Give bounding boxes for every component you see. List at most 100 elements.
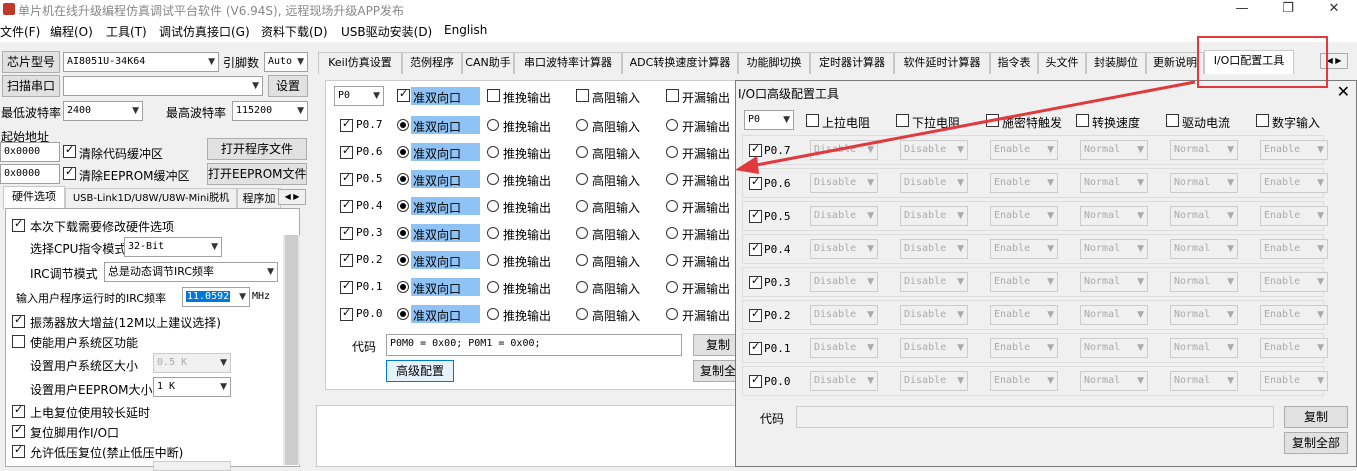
io-pin-checkbox[interactable]: [340, 306, 353, 321]
dialog-close-icon[interactable]: ✕: [1337, 82, 1350, 101]
tab-header-files[interactable]: 头文件: [1038, 52, 1086, 74]
dialog-cell-select[interactable]: Disable ▼: [900, 272, 968, 292]
dialog-cell-select[interactable]: Normal ▼: [1080, 239, 1148, 259]
dialog-pin-checkbox[interactable]: [749, 241, 762, 256]
tab-baud-calc[interactable]: 串口波特率计算器: [514, 52, 622, 74]
io-highz-radio[interactable]: [576, 254, 588, 266]
chip-type-button[interactable]: 芯片型号: [2, 51, 60, 73]
tab-hardware[interactable]: 硬件选项: [3, 186, 65, 210]
io-opendrain-radio[interactable]: [666, 173, 678, 185]
io-highz-radio[interactable]: [576, 281, 588, 293]
clear-eeprom-checkbox[interactable]: [63, 165, 76, 180]
tab-packages[interactable]: 封装脚位: [1086, 52, 1146, 74]
code-address-input[interactable]: 0x0000: [0, 142, 60, 162]
tab-can[interactable]: CAN助手: [462, 52, 514, 74]
osc-gain-checkbox[interactable]: [12, 313, 25, 328]
dialog-cell-select[interactable]: Enable ▼: [990, 371, 1058, 391]
menu-usb-driver[interactable]: USB驱动安装(D): [341, 23, 432, 40]
io-pushpull-radio[interactable]: [487, 119, 499, 131]
dialog-cell-select[interactable]: Disable ▼: [810, 338, 878, 358]
io-pin-checkbox[interactable]: [340, 225, 353, 240]
clear-code-checkbox[interactable]: [63, 143, 76, 158]
restore-button[interactable]: ❐: [1265, 0, 1311, 20]
io-pushpull-radio[interactable]: [487, 254, 499, 266]
open-eeprom-button[interactable]: 打开EEPROM文件: [207, 163, 307, 185]
dialog-pin-checkbox[interactable]: [749, 208, 762, 223]
hardware-scrollbar[interactable]: [283, 235, 300, 465]
dialog-cell-select[interactable]: Enable ▼: [1260, 239, 1328, 259]
left-tab-scroll[interactable]: ◀ ▶: [278, 189, 306, 205]
io-pushpull-radio[interactable]: [487, 146, 499, 158]
io-pin-checkbox[interactable]: [340, 279, 353, 294]
dialog-cell-select[interactable]: Enable ▼: [990, 206, 1058, 226]
lvd-select[interactable]: [153, 461, 231, 471]
chip-type-select[interactable]: AI8051U-34K64 ▼: [63, 52, 219, 72]
dialog-copy-all-button[interactable]: 复制全部: [1284, 432, 1348, 454]
dialog-cell-select[interactable]: Normal ▼: [1170, 239, 1238, 259]
io-pin-checkbox[interactable]: [340, 198, 353, 213]
io-highz-radio[interactable]: [576, 173, 588, 185]
dialog-copy-button[interactable]: 复制: [1284, 406, 1348, 428]
tab-program-add[interactable]: 程序加: [237, 188, 281, 210]
sys-area-checkbox[interactable]: [12, 335, 25, 348]
tab-pin-switch[interactable]: 功能脚切换: [738, 52, 810, 74]
lvd-checkbox[interactable]: [12, 443, 25, 458]
dialog-cell-select[interactable]: Disable ▼: [900, 305, 968, 325]
dialog-cell-select[interactable]: Enable ▼: [1260, 206, 1328, 226]
dialog-pin-checkbox[interactable]: [749, 175, 762, 190]
dialog-pin-checkbox[interactable]: [749, 307, 762, 322]
dialog-cell-select[interactable]: Normal ▼: [1170, 206, 1238, 226]
tab-timer-calc[interactable]: 定时器计算器: [810, 52, 894, 74]
menu-english[interactable]: English: [444, 23, 487, 37]
dialog-cell-select[interactable]: Enable ▼: [1260, 371, 1328, 391]
tab-delay-calc[interactable]: 软件延时计算器: [894, 52, 990, 74]
io-pin-checkbox[interactable]: [340, 171, 353, 186]
dialog-cell-select[interactable]: Normal ▼: [1080, 338, 1148, 358]
io-highz-radio[interactable]: [576, 200, 588, 212]
io-opendrain-radio[interactable]: [666, 308, 678, 320]
io-highz-radio[interactable]: [576, 146, 588, 158]
dialog-code-output[interactable]: [796, 406, 1274, 428]
dialog-cell-select[interactable]: Disable ▼: [810, 305, 878, 325]
io-pushpull-radio[interactable]: [487, 227, 499, 239]
dialog-cell-select[interactable]: Disable ▼: [810, 272, 878, 292]
minimize-button[interactable]: —: [1219, 0, 1265, 20]
cpu-mode-select[interactable]: 32-Bit ▼: [124, 237, 222, 257]
header-pushpull-checkbox[interactable]: [487, 89, 500, 102]
io-quasi-radio[interactable]: [397, 227, 409, 239]
io-opendrain-radio[interactable]: [666, 227, 678, 239]
dialog-pin-checkbox[interactable]: [749, 373, 762, 388]
tab-instructions[interactable]: 指令表: [990, 52, 1038, 74]
tab-adc-calc[interactable]: ADC转换速度计算器: [622, 52, 738, 74]
settings-button[interactable]: 设置: [268, 75, 308, 97]
io-quasi-radio[interactable]: [397, 119, 409, 131]
eeprom-size-select[interactable]: 1 K ▼: [153, 377, 231, 397]
io-opendrain-radio[interactable]: [666, 146, 678, 158]
irc-mode-select[interactable]: 总是动态调节IRC频率 ▼: [104, 262, 278, 282]
output-area[interactable]: [316, 405, 739, 467]
dialog-cell-select[interactable]: Normal ▼: [1080, 305, 1148, 325]
dialog-cell-select[interactable]: Normal ▼: [1080, 206, 1148, 226]
dialog-cell-select[interactable]: Normal ▼: [1080, 371, 1148, 391]
io-port-select[interactable]: P0 ▼: [334, 86, 384, 106]
io-pushpull-radio[interactable]: [487, 173, 499, 185]
dialog-cell-select[interactable]: Disable ▼: [900, 206, 968, 226]
dialog-cell-select[interactable]: Normal ▼: [1170, 371, 1238, 391]
open-program-button[interactable]: 打开程序文件: [207, 138, 307, 160]
dialog-cell-select[interactable]: Normal ▼: [1170, 305, 1238, 325]
io-quasi-radio[interactable]: [397, 146, 409, 158]
dialog-cell-select[interactable]: Enable ▼: [1260, 305, 1328, 325]
port-select[interactable]: ▼: [63, 76, 263, 96]
tab-usb-link[interactable]: USB-Link1D/U8W/U8W-Mini脱机: [65, 188, 237, 210]
dialog-cell-select[interactable]: Enable ▼: [1260, 140, 1328, 160]
dialog-cell-select[interactable]: Enable ▼: [990, 239, 1058, 259]
io-pushpull-radio[interactable]: [487, 281, 499, 293]
menu-tools[interactable]: 工具(T): [106, 23, 147, 40]
io-opendrain-radio[interactable]: [666, 119, 678, 131]
io-quasi-radio[interactable]: [397, 281, 409, 293]
menu-download[interactable]: 资料下载(D): [261, 23, 328, 40]
dialog-cell-select[interactable]: Disable ▼: [900, 338, 968, 358]
io-opendrain-radio[interactable]: [666, 254, 678, 266]
scrollbar-thumb[interactable]: [285, 235, 298, 465]
reset-io-checkbox[interactable]: [12, 423, 25, 438]
